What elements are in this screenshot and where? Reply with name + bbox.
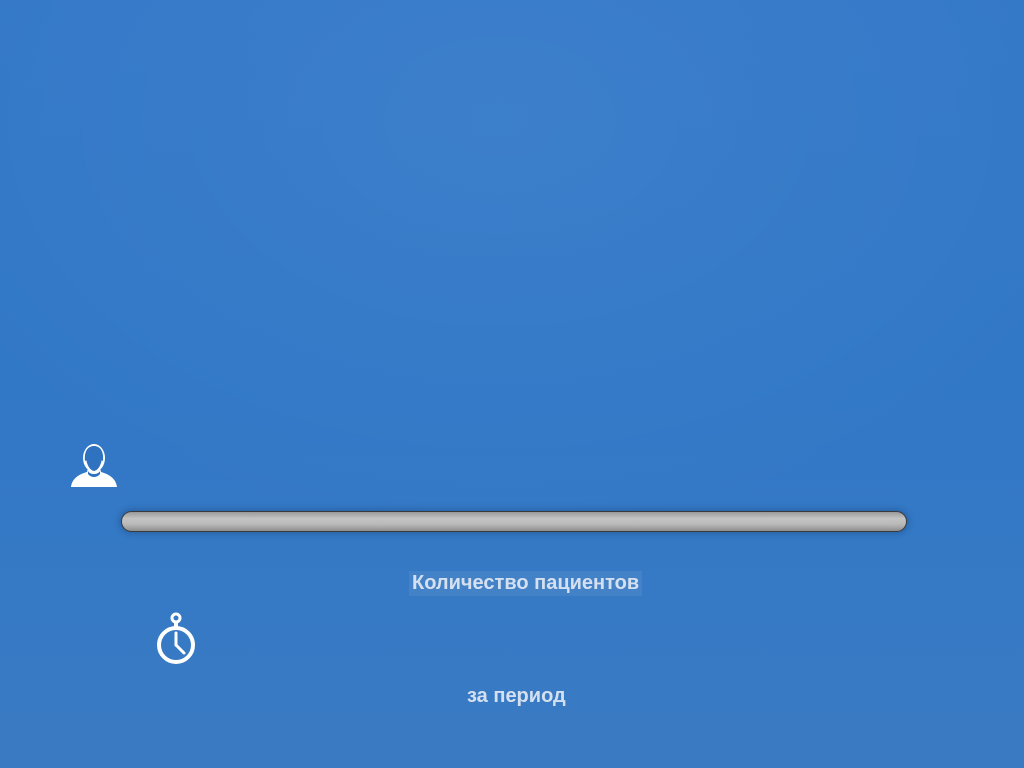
- patient-count-progress-bar: [121, 511, 907, 532]
- period-label: за период: [467, 685, 566, 707]
- stopwatch-icon: [153, 612, 199, 668]
- person-icon: [68, 437, 120, 489]
- patient-count-label: Количество пациентов: [409, 571, 643, 596]
